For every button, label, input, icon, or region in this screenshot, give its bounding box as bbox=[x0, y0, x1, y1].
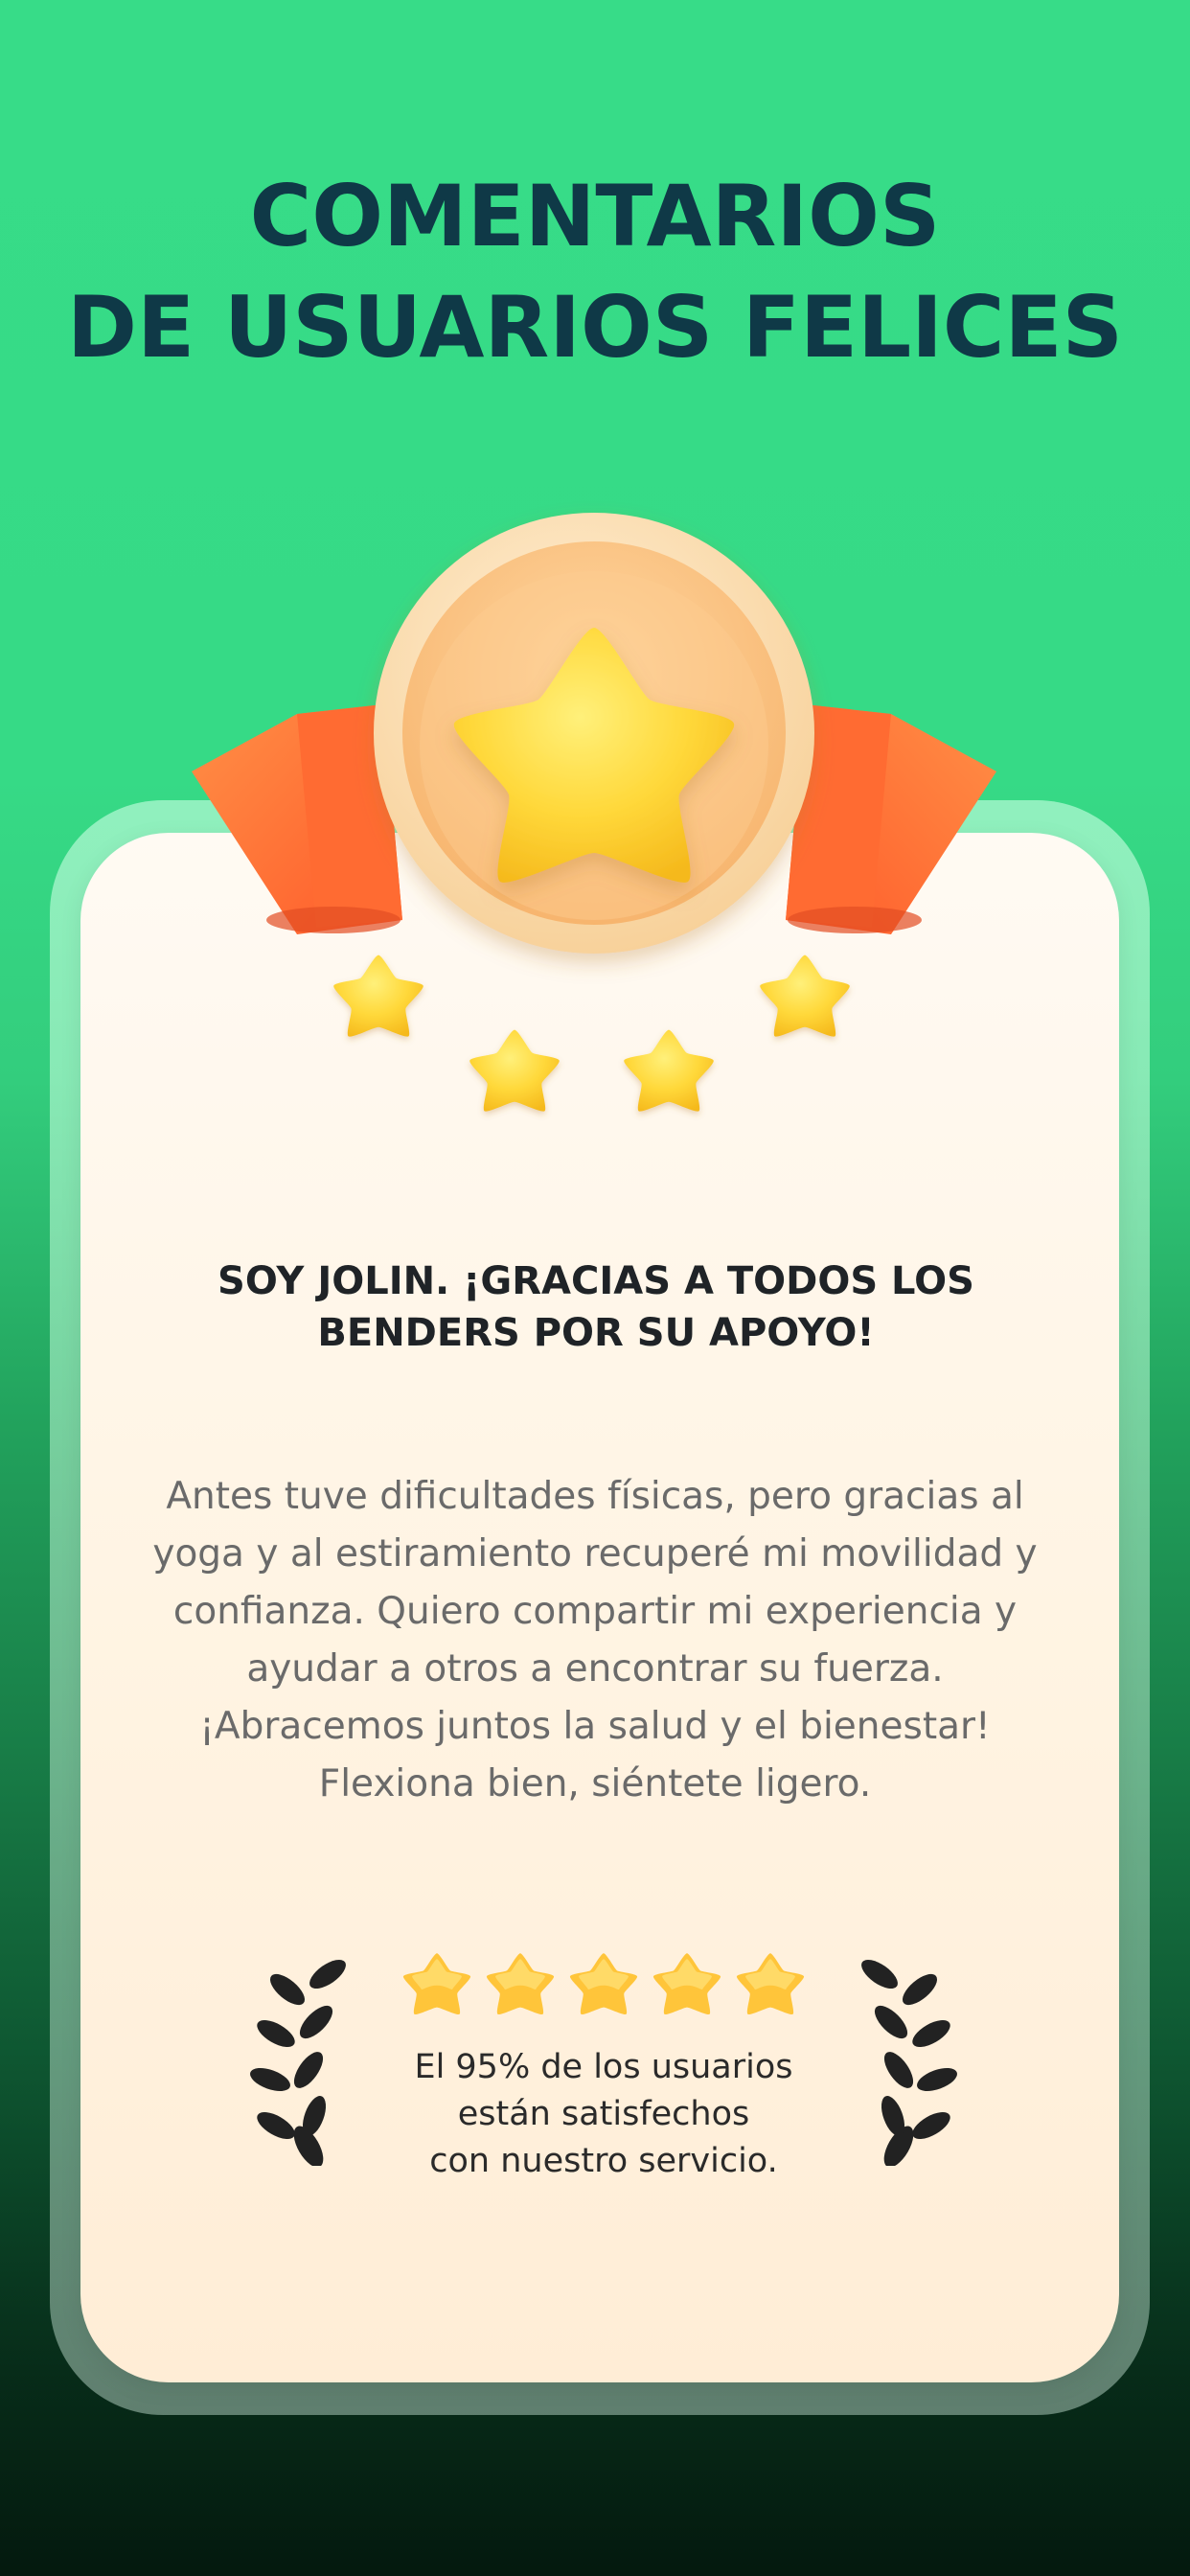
star-icon bbox=[652, 1953, 721, 2015]
testimonial-heading: SOY JOLIN. ¡GRACIAS A TODOS LOS BENDERS … bbox=[144, 1255, 1048, 1359]
testimonial-line: ¡Abracemos juntos la salud y el bienesta… bbox=[199, 1705, 991, 1748]
satisfaction-line-2: están satisfechos bbox=[457, 2095, 750, 2133]
laurel-left-icon bbox=[250, 1959, 346, 2166]
star-icon bbox=[402, 1953, 471, 2015]
rating-stars bbox=[402, 1946, 805, 2023]
testimonial-line: Antes tuve dificultades físicas, pero gr… bbox=[166, 1475, 1024, 1518]
testimonial-text: Antes tuve dificultades físicas, pero gr… bbox=[115, 1468, 1075, 1813]
star-icon bbox=[736, 1953, 805, 2015]
page-title-line-1: COMENTARIOS bbox=[249, 167, 941, 265]
satisfaction-line-3: con nuestro servicio. bbox=[429, 2142, 778, 2180]
testimonial-line: Flexiona bien, siéntete ligero. bbox=[318, 1762, 872, 1806]
testimonial-line: ayudar a otros a encontrar su fuerza. bbox=[246, 1647, 944, 1690]
testimonial-line: confianza. Quiero compartir mi experienc… bbox=[172, 1590, 1018, 1633]
laurel-right-icon bbox=[861, 1959, 957, 2166]
star-icon bbox=[486, 1953, 555, 2015]
satisfaction-rating: El 95% de los usuarios están satisfechos… bbox=[249, 1941, 958, 2180]
star-icon bbox=[569, 1953, 638, 2015]
ribbon-left bbox=[192, 704, 402, 934]
satisfaction-line-1: El 95% de los usuarios bbox=[414, 2048, 793, 2086]
satisfaction-text: El 95% de los usuarios están satisfechos… bbox=[364, 2044, 843, 2185]
page-title-line-2: DE USUARIOS FELICES bbox=[67, 278, 1123, 377]
testimonial-heading-line-2: BENDERS POR SU APOYO! bbox=[317, 1311, 875, 1355]
testimonial-line: yoga y al estiramiento recuperé mi movil… bbox=[152, 1532, 1038, 1576]
ribbon-right bbox=[786, 704, 996, 934]
medal-star-icon bbox=[172, 498, 1016, 1150]
page-title: COMENTARIOS DE USUARIOS FELICES bbox=[0, 161, 1190, 383]
testimonial-heading-line-1: SOY JOLIN. ¡GRACIAS A TODOS LOS bbox=[217, 1259, 974, 1303]
medal-small-stars bbox=[333, 954, 850, 1112]
